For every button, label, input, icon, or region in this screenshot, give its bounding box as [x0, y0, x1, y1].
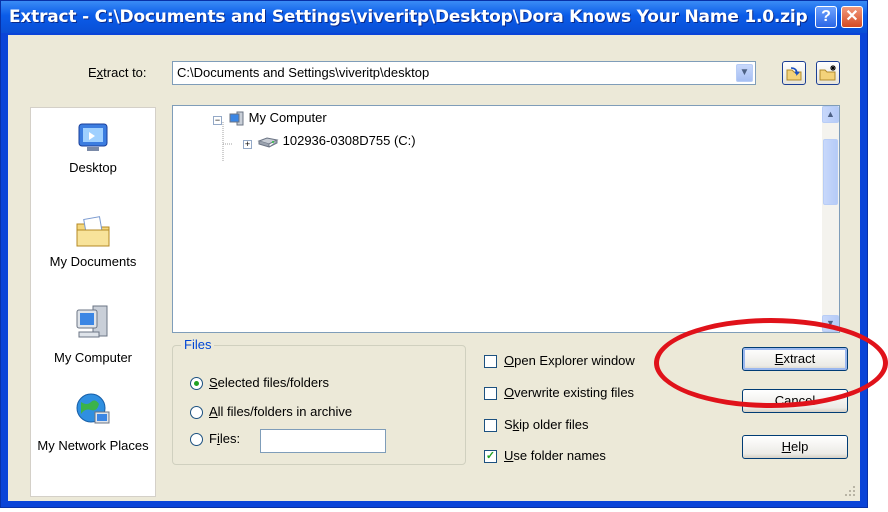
my-documents-icon — [76, 216, 110, 247]
dialog-body: Extract to: C:\Documents and Settings\vi… — [8, 35, 860, 501]
selected-files-radio[interactable] — [190, 377, 203, 390]
new-folder-icon — [819, 65, 836, 81]
all-files-radio[interactable] — [190, 406, 203, 419]
files-radio[interactable] — [190, 433, 203, 446]
use-folder-names-checkbox[interactable]: ✓ — [484, 450, 497, 463]
skip-older-label[interactable]: Skip older files — [504, 417, 589, 432]
hard-drive-icon — [257, 137, 279, 148]
tree-node-drive-c[interactable]: 102936-0308D755 (C:) — [257, 133, 416, 148]
open-explorer-label[interactable]: Open Explorer window — [504, 353, 635, 368]
window-title: Extract - C:\Documents and Settings\vive… — [9, 7, 808, 27]
place-desktop[interactable]: Desktop — [31, 120, 155, 175]
my-computer-icon — [76, 305, 108, 338]
files-input[interactable] — [260, 429, 386, 453]
close-button[interactable]: ✕ — [841, 6, 863, 28]
extract-to-value[interactable]: C:\Documents and Settings\viveritp\deskt… — [177, 65, 429, 80]
skip-older-checkbox[interactable] — [484, 419, 497, 432]
extract-to-label: Extract to: — [88, 65, 147, 80]
scroll-up-icon[interactable]: ▲ — [822, 106, 839, 123]
place-my-network-places[interactable]: My Network Places — [31, 390, 155, 454]
resize-grip-icon[interactable] — [844, 485, 856, 497]
my-network-places-icon — [76, 393, 110, 424]
files-group-title: Files — [181, 337, 215, 352]
overwrite-checkbox[interactable] — [484, 387, 497, 400]
tree-scrollbar[interactable]: ▲ ▼ — [822, 106, 839, 332]
annotation-ellipse — [654, 318, 888, 408]
desktop-icon — [78, 123, 108, 151]
folder-arrow-icon — [786, 67, 802, 81]
help-title-button[interactable]: ? — [815, 6, 837, 28]
places-bar: Desktop My Documents My Computer My Netw… — [30, 107, 156, 497]
extract-to-combo[interactable]: C:\Documents and Settings\viveritp\deskt… — [172, 61, 756, 85]
open-explorer-checkbox[interactable] — [484, 355, 497, 368]
use-folder-names-label[interactable]: Use folder names — [504, 448, 606, 463]
tree-collapse-icon[interactable]: − — [213, 116, 222, 125]
extract-dialog: Extract - C:\Documents and Settings\vive… — [0, 0, 868, 508]
help-button[interactable]: Help — [742, 435, 848, 459]
tree-expand-icon[interactable]: + — [243, 140, 252, 149]
selected-files-label[interactable]: Selected files/folders — [209, 375, 329, 390]
overwrite-label[interactable]: Overwrite existing files — [504, 385, 634, 400]
place-my-computer[interactable]: My Computer — [31, 302, 155, 365]
new-folder-button[interactable] — [816, 61, 840, 85]
scroll-thumb[interactable] — [823, 139, 838, 205]
my-computer-small-icon — [229, 111, 244, 126]
all-files-label[interactable]: All files/folders in archive — [209, 404, 352, 419]
place-my-documents[interactable]: My Documents — [31, 214, 155, 269]
folder-tree[interactable]: − My Computer + 102936-0308D755 (C:) ▲ ▼ — [172, 105, 840, 333]
dropdown-arrow-icon[interactable]: ▼ — [736, 64, 753, 82]
files-label[interactable]: Files: — [209, 431, 240, 446]
go-to-folder-button[interactable] — [782, 61, 806, 85]
tree-node-my-computer[interactable]: My Computer — [229, 110, 327, 127]
title-bar[interactable]: Extract - C:\Documents and Settings\vive… — [1, 1, 867, 33]
